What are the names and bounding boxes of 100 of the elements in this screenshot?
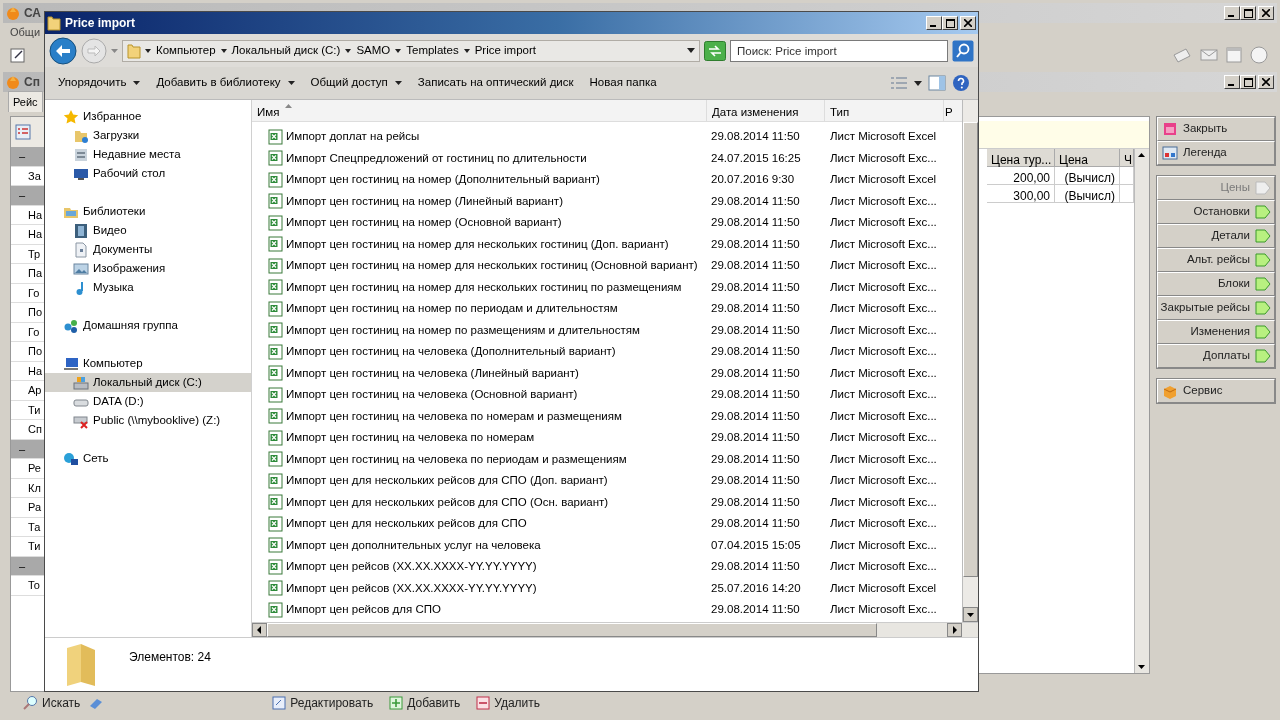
file-name[interactable]: Импорт цен гостиниц на человека (Дополнительный вариант) (286, 343, 616, 361)
nav-item[interactable]: Музыка (45, 278, 251, 297)
nav-item[interactable]: Public (\\mybooklive) (Z:) (45, 411, 251, 430)
nav-item[interactable]: Загрузки (45, 126, 251, 145)
file-name[interactable]: Импорт цен для нескольких рейсов для СПО (Осн. вариант) (286, 493, 609, 511)
nav-item[interactable]: Библиотеки (45, 202, 251, 221)
search-button[interactable]: Искать (22, 694, 81, 712)
tab[interactable]: Рейс (8, 90, 43, 112)
file-name[interactable]: Импорт доплат на рейсы (286, 128, 420, 146)
edit-icon[interactable] (10, 47, 26, 63)
toolbar-button[interactable]: Новая папка (584, 72, 662, 94)
toolbar-button[interactable]: Редактировать (268, 693, 378, 713)
nav-item[interactable]: DATA (D:) (45, 392, 251, 411)
chevron-icon[interactable] (463, 47, 470, 54)
action-button[interactable]: Детали (1157, 224, 1275, 248)
nav-item[interactable]: Домашняя группа (45, 316, 251, 335)
file-name[interactable]: Импорт цен для нескольких рейсов для СПО (Доп. вариант) (286, 472, 608, 490)
nav-item[interactable]: Недавние места (45, 145, 251, 164)
toolbar-button[interactable]: Добавить (385, 693, 465, 713)
chevron-icon[interactable] (220, 47, 227, 54)
column-header[interactable]: Ч (1120, 149, 1134, 167)
breadcrumb-item[interactable]: Templates (405, 41, 460, 60)
file-name[interactable]: Импорт цен дополнительных услуг на человека (286, 536, 541, 554)
action-button[interactable]: Закрытые рейсы (1157, 296, 1275, 320)
action-button[interactable]: Блоки (1157, 272, 1275, 296)
minimize-button[interactable] (1224, 75, 1240, 89)
action-button[interactable]: Доплаты (1157, 344, 1275, 368)
nav-item[interactable]: Сеть (45, 449, 251, 468)
action-button[interactable]: Закрыть (1157, 117, 1275, 141)
refresh-button[interactable] (704, 40, 726, 61)
file-name[interactable]: Импорт цен гостиниц на человека по периодам и размещениям (286, 450, 627, 468)
file-name[interactable]: Импорт цен гостиниц на номер по размещениям и длительностям (286, 321, 640, 339)
breadcrumb-item[interactable]: Локальный диск (C:) (230, 41, 342, 60)
menu-item[interactable]: Общи (10, 23, 41, 41)
column-header[interactable]: Тип (825, 100, 944, 121)
collapse-toggle[interactable]: – (19, 187, 26, 204)
action-button[interactable]: Легенда (1157, 141, 1275, 165)
chevron-icon[interactable] (345, 47, 352, 54)
file-name[interactable]: Импорт цен гостиниц на номер по периодам и длительностям (286, 300, 618, 318)
toolbar-button[interactable]: Добавить в библиотеку (151, 72, 300, 94)
scrollbar[interactable] (962, 100, 978, 622)
column-header[interactable]: Имя (252, 100, 707, 121)
toolbar-button[interactable]: Записать на оптический диск (412, 72, 579, 94)
toolbar-button[interactable]: Упорядочить (53, 72, 146, 94)
breadcrumb-item[interactable]: SAMO (355, 41, 392, 60)
file-name[interactable]: Импорт цен гостиниц на человека (Основной вариант) (286, 386, 578, 404)
nav-item[interactable]: Видео (45, 221, 251, 240)
file-name[interactable]: Импорт цен гостиниц на номер для нескольких гостиниц (Основной вариант) (286, 257, 698, 275)
action-button[interactable]: Остановки (1157, 200, 1275, 224)
file-name[interactable]: Импорт цен гостиниц на человека по номерам и размещениям (286, 407, 622, 425)
toolbar-button[interactable]: Удалить (472, 693, 545, 713)
caret-icon[interactable] (914, 80, 922, 86)
column-header[interactable]: Цена (1055, 149, 1120, 167)
file-name[interactable]: Импорт цен гостиниц на номер (Линейный вариант) (286, 192, 563, 210)
action-button[interactable]: Альт. рейсы (1157, 248, 1275, 272)
file-name[interactable]: Импорт цен гостиниц на номер (Основной вариант) (286, 214, 562, 232)
column-header[interactable]: Дата изменения (707, 100, 825, 121)
nav-item[interactable]: Компьютер (45, 354, 251, 373)
search-button[interactable] (952, 39, 974, 62)
collapse-toggle[interactable]: – (19, 148, 26, 165)
action-button[interactable]: Сервис (1157, 379, 1275, 403)
file-name[interactable]: Импорт цен гостиниц на номер для нескольких гостиниц (Доп. вариант) (286, 235, 669, 253)
scroll-thumb[interactable] (963, 122, 978, 577)
file-name[interactable]: Импорт цен рейсов (XX.XX.XXXX-YY.YY.YYYY) (286, 579, 537, 597)
close-button[interactable] (1258, 6, 1274, 20)
action-button[interactable]: Изменения (1157, 320, 1275, 344)
file-name[interactable]: Импорт Спецпредложений от гостиниц по длительности (286, 149, 587, 167)
chevron-icon[interactable] (395, 47, 402, 54)
chevron-icon[interactable] (145, 47, 151, 54)
minimize-button[interactable] (926, 16, 942, 30)
minimize-button[interactable] (1224, 6, 1240, 20)
maximize-button[interactable] (1240, 75, 1256, 89)
breadcrumb-item[interactable]: Компьютер (155, 41, 217, 60)
maximize-button[interactable] (1240, 6, 1256, 20)
help-icon[interactable] (952, 74, 970, 92)
back-button[interactable] (49, 36, 77, 65)
search-field[interactable]: Поиск: Price import (730, 39, 948, 62)
collapse-toggle[interactable]: – (19, 557, 26, 574)
nav-item[interactable]: Изображения (45, 259, 251, 278)
column-header[interactable]: Цена тур... (987, 149, 1055, 167)
checklist-icon[interactable] (15, 124, 31, 140)
column-header[interactable]: Р (944, 100, 956, 121)
file-name[interactable]: Импорт цен рейсов для СПО (286, 601, 441, 619)
file-name[interactable]: Импорт цен рейсов (XX.XX.XXXX-YY.YY.YYYY) (286, 558, 537, 576)
file-name[interactable]: Импорт цен гостиниц на номер для нескольких гостиниц по размещениям (286, 278, 682, 296)
maximize-button[interactable] (942, 16, 958, 30)
scrollbar[interactable] (252, 622, 978, 637)
collapse-toggle[interactable]: – (19, 440, 26, 457)
nav-item[interactable]: Документы (45, 240, 251, 259)
file-name[interactable]: Импорт цен гостиниц на человека (Линейный вариант) (286, 364, 579, 382)
nav-item[interactable]: Избранное (45, 107, 251, 126)
toolbar-button[interactable]: Общий доступ (305, 72, 407, 94)
nav-item[interactable]: Рабочий стол (45, 164, 251, 183)
caret-icon[interactable] (687, 48, 695, 53)
scrollbar[interactable] (1134, 149, 1149, 673)
file-name[interactable]: Импорт цен гостиниц на номер (Дополнительный вариант) (286, 171, 600, 189)
scroll-thumb[interactable] (267, 623, 877, 637)
file-name[interactable]: Импорт цен для нескольких рейсов для СПО (286, 515, 527, 533)
nav-item[interactable]: Локальный диск (C:) (45, 373, 251, 392)
close-button[interactable] (1258, 75, 1274, 89)
